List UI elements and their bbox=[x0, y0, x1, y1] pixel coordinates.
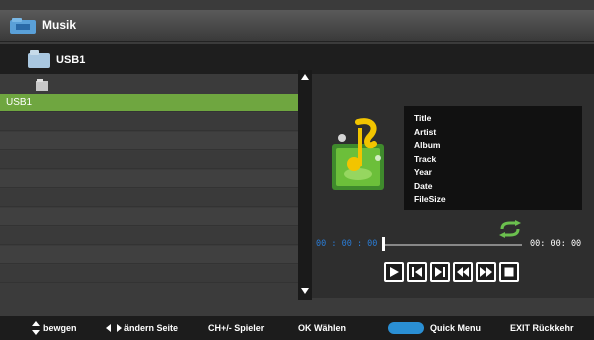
list-item-label: USB1 bbox=[6, 97, 33, 108]
skip-next-icon bbox=[435, 267, 445, 277]
progress-knob[interactable] bbox=[382, 237, 385, 251]
empty-list-row bbox=[0, 265, 298, 283]
source-label: USB1 bbox=[56, 54, 86, 66]
preview-panel: Title Artist Album Track Year Date FileS… bbox=[312, 74, 594, 298]
source-bar: USB1 bbox=[0, 44, 594, 74]
scroll-down-arrow-icon[interactable] bbox=[301, 288, 309, 294]
repeat-icon[interactable] bbox=[498, 220, 522, 238]
help-move-label: bewgen bbox=[43, 323, 77, 333]
help-ok-label: OK Wählen bbox=[298, 323, 347, 333]
rewind-icon bbox=[457, 267, 469, 277]
skip-previous-icon bbox=[412, 267, 422, 277]
info-track-label: Track bbox=[414, 153, 437, 164]
progress-track[interactable] bbox=[382, 244, 522, 246]
music-folder-icon bbox=[10, 18, 36, 34]
previous-button[interactable] bbox=[407, 262, 427, 282]
page-title: Musik bbox=[42, 18, 77, 32]
parent-folder-icon bbox=[36, 79, 48, 91]
empty-list-row bbox=[0, 208, 298, 226]
media-player-screen: Musik USB1 USB1 Title Artist Album Track… bbox=[0, 0, 594, 340]
help-page-label: ändern Seite bbox=[124, 323, 179, 333]
blue-key-icon bbox=[388, 322, 424, 334]
info-title-label: Title bbox=[414, 113, 432, 123]
empty-list-row bbox=[0, 227, 298, 245]
list-scrollbar[interactable] bbox=[298, 70, 312, 300]
play-button[interactable] bbox=[384, 262, 404, 282]
help-ch-label: CH+/- Spieler bbox=[208, 323, 265, 333]
up-down-arrows-icon bbox=[32, 321, 40, 335]
info-year-label: Year bbox=[414, 167, 432, 177]
usb-folder-icon bbox=[28, 50, 50, 68]
parent-folder-row[interactable] bbox=[0, 76, 298, 92]
rewind-button[interactable] bbox=[453, 262, 473, 282]
empty-list-row bbox=[0, 151, 298, 169]
track-info-box: Title Artist Album Track Year Date FileS… bbox=[404, 106, 582, 210]
fast-forward-button[interactable] bbox=[476, 262, 496, 282]
file-list: USB1 bbox=[0, 76, 298, 296]
empty-list-row bbox=[0, 246, 298, 264]
scroll-up-arrow-icon[interactable] bbox=[301, 74, 309, 80]
stop-icon bbox=[504, 267, 514, 277]
playback-controls bbox=[384, 262, 519, 282]
empty-list-row bbox=[0, 189, 298, 207]
stop-button[interactable] bbox=[499, 262, 519, 282]
info-artist-label: Artist bbox=[414, 126, 437, 137]
empty-list-row bbox=[0, 170, 298, 188]
info-date-label: Date bbox=[414, 180, 433, 191]
total-time: 00: 00: 00 bbox=[530, 239, 582, 249]
title-bar: Musik bbox=[0, 10, 594, 42]
list-item[interactable]: USB1 bbox=[0, 94, 298, 112]
help-quick-menu-label: Quick Menu bbox=[430, 323, 482, 333]
empty-list-row bbox=[0, 113, 298, 131]
empty-list-row bbox=[0, 132, 298, 150]
help-exit-label: EXIT Rückkehr bbox=[510, 323, 574, 333]
current-time: 00 : 00 : 00 bbox=[316, 239, 378, 249]
info-filesize-label: FileSize bbox=[414, 194, 446, 204]
fast-forward-icon bbox=[480, 267, 492, 277]
music-note-album-art-icon bbox=[332, 118, 384, 190]
next-button[interactable] bbox=[430, 262, 450, 282]
play-icon bbox=[390, 267, 399, 277]
info-album-label: Album bbox=[414, 140, 441, 150]
left-right-arrows-icon bbox=[106, 324, 122, 332]
help-bar: bewgen ändern Seite CH+/- Spieler OK Wäh… bbox=[0, 316, 594, 340]
